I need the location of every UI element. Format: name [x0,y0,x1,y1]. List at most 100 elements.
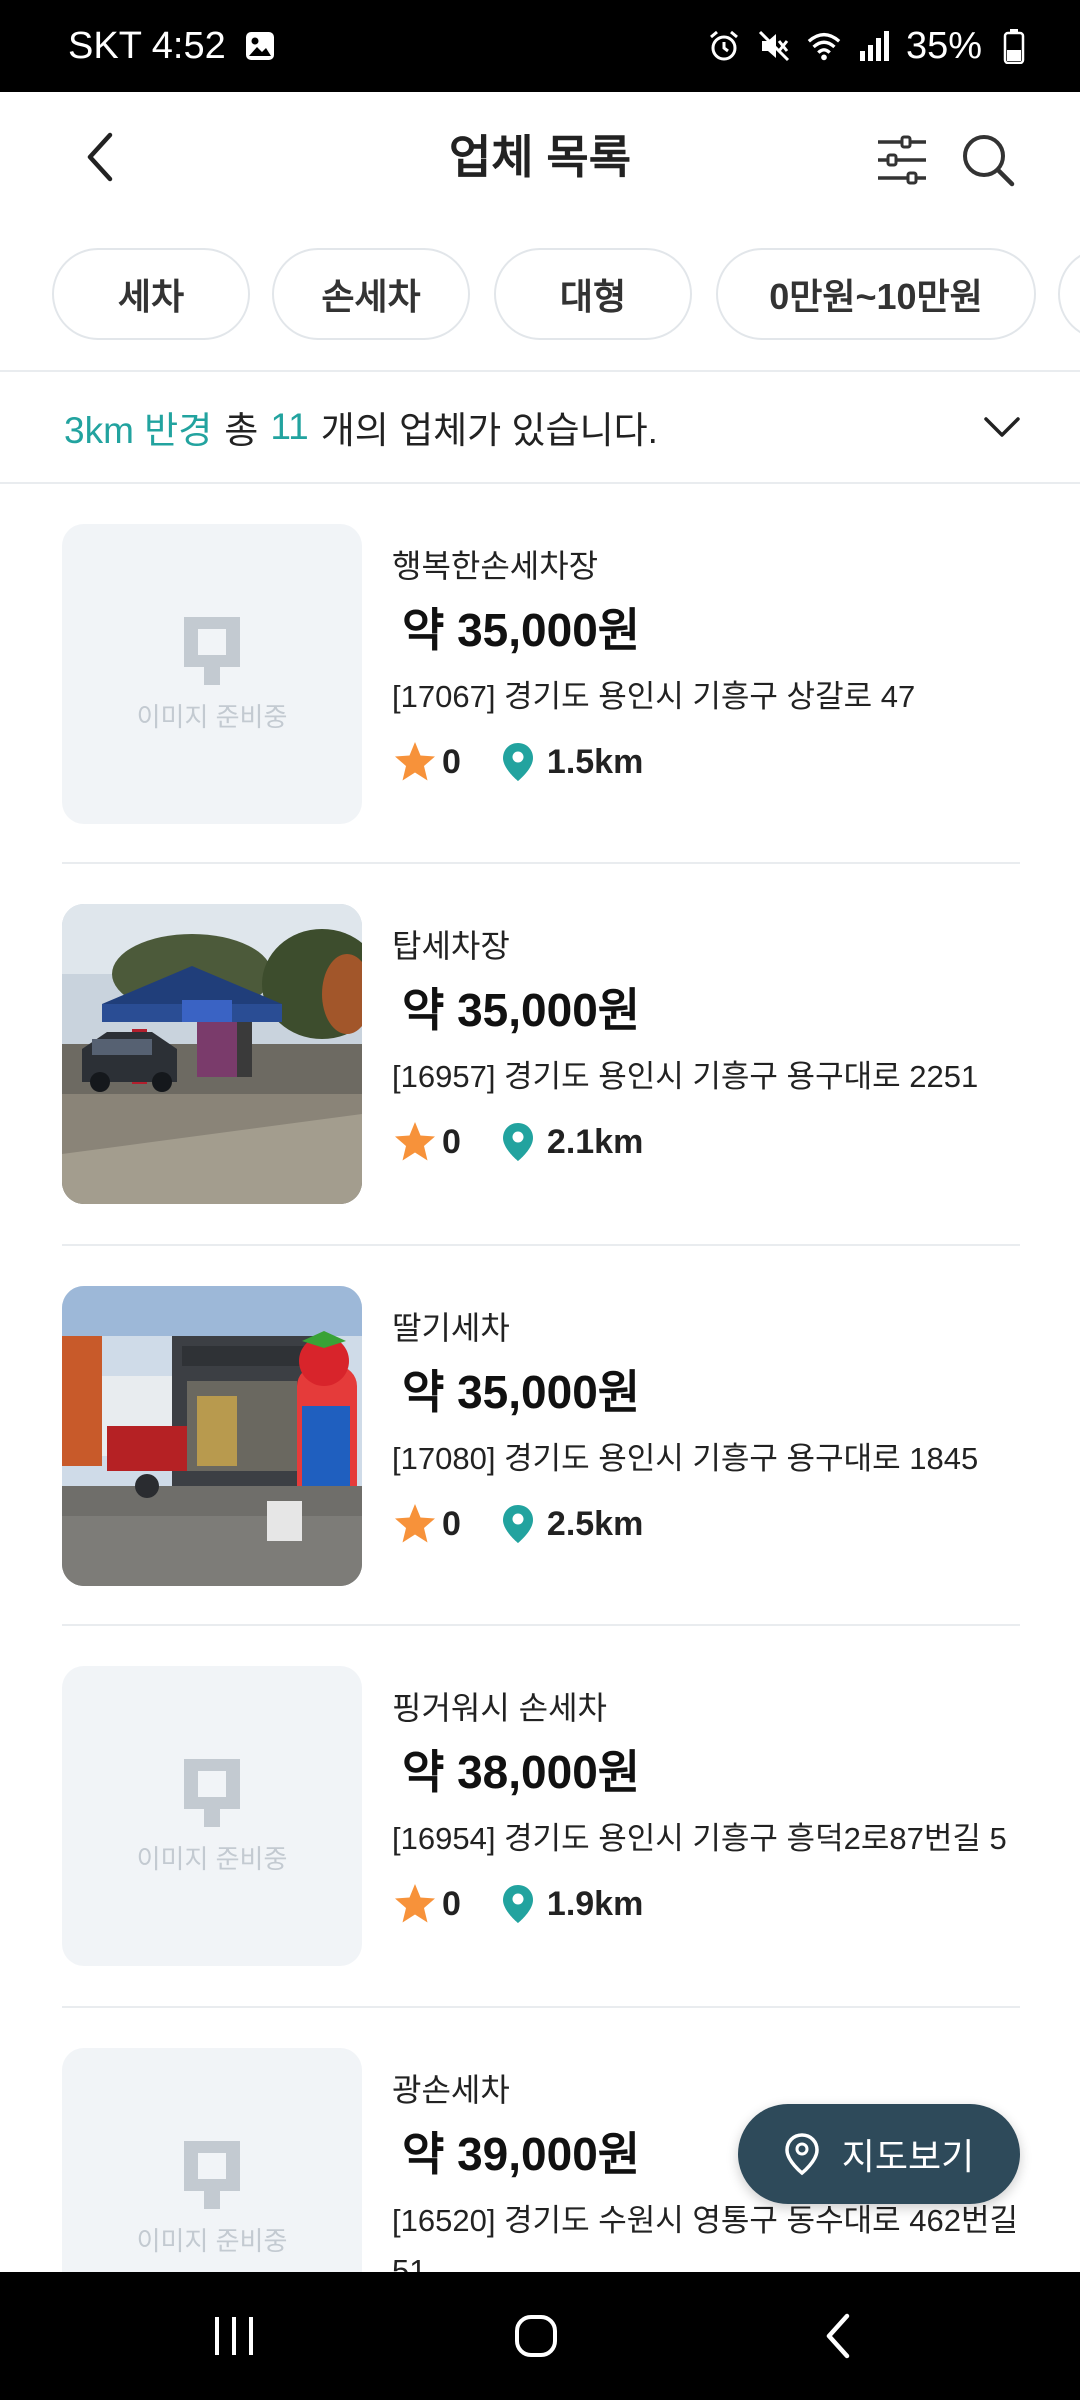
filter-chips: 세차 손세차 대형 0만원~10만원 [0,222,1080,370]
item-distance: 1.5km [546,742,644,781]
summary-count: 11 [270,406,309,447]
filter-button[interactable] [870,128,934,192]
item-price: 약 35,000원 [402,1366,641,1418]
item-meta: 0 1.5km [392,736,1020,788]
item-divider [62,862,1020,864]
item-name: 딸기세차 [392,1310,510,1346]
summary-prefix: 총 [224,410,259,451]
carrier-time: SKT 4:52 [68,24,226,67]
item-thumbnail: 이미지 준비중 [62,1666,362,1966]
item-info: 딸기세차 약 35,000원 [17080] 경기도 용인시 기흥구 용구대로 … [392,1286,1020,1550]
mute-icon [756,28,792,64]
item-rating: 0 [442,1884,461,1923]
item-meta: 0 2.1km [392,1116,1020,1168]
signal-icon [856,28,892,64]
back-button[interactable] [70,127,130,187]
item-price: 약 35,000원 [402,984,641,1036]
item-rating: 0 [442,742,461,781]
filter-icon [878,135,926,185]
home-button[interactable] [496,2306,576,2366]
result-summary[interactable]: 3km 반경 총 11 개의 업체가 있습니다. [0,372,1080,482]
chip-large-vehicle[interactable]: 대형 [494,248,692,340]
summary-radius: 3km 반경 [64,410,213,451]
item-address: [16957] 경기도 용인시 기흥구 용구대로 2251 [392,1059,979,1094]
item-address: [17080] 경기도 용인시 기흥구 용구대로 1845 [392,1441,979,1476]
item-distance: 1.9km [546,1884,644,1923]
image-placeholder: 이미지 준비중 [62,524,362,824]
summary-suffix: 개의 업체가 있습니다. [320,410,658,451]
search-icon [963,135,1015,187]
item-price: 약 38,000원 [402,1746,641,1798]
item-divider [62,1624,1020,1626]
status-right: 35% [706,25,1032,68]
item-address: [17067] 경기도 용인시 기흥구 상갈로 47 [392,679,916,714]
location-pin-icon [502,743,533,781]
item-address: [16954] 경기도 용인시 기흥구 흥덕2로87번길 5 [392,1821,1007,1856]
star-icon [395,742,435,781]
chip-car-wash[interactable]: 세차 [52,248,250,340]
location-pin-icon [502,1123,533,1161]
item-distance: 2.5km [546,1504,644,1543]
battery-icon [996,28,1032,64]
status-left: SKT 4:52 [68,25,278,68]
item-info: 탑세차장 약 35,000원 [16957] 경기도 용인시 기흥구 용구대로 … [392,904,1020,1168]
back-icon [87,132,113,182]
item-name: 탑세차장 [392,928,510,964]
image-placeholder-icon [184,1758,240,1827]
chip-hand-wash[interactable]: 손세차 [272,248,470,340]
image-placeholder: 이미지 준비중 [62,1666,362,1966]
list-item[interactable]: 이미지 준비중 핑거워시 손세차 약 38,000원 [16954] 경기도 용… [62,1666,1020,1986]
alarm-icon [706,28,742,64]
star-icon [395,1504,435,1543]
item-meta: 0 2.5km [392,1498,1020,1550]
chip-more[interactable] [1058,248,1080,340]
search-button[interactable] [956,128,1020,192]
item-thumbnail: 이미지 준비중 [62,524,362,824]
item-divider [62,1244,1020,1246]
item-rating: 0 [442,1122,461,1161]
image-placeholder: 이미지 준비중 [62,2048,362,2272]
location-pin-icon [502,1885,533,1923]
item-info: 핑거워시 손세차 약 38,000원 [16954] 경기도 용인시 기흥구 흥… [392,1666,1020,1930]
star-icon [395,1884,435,1923]
item-rating: 0 [442,1504,461,1543]
recents-icon [215,2317,253,2355]
battery-percent: 35% [905,24,982,67]
image-placeholder-icon [184,2140,240,2209]
item-thumbnail: 이미지 준비중 [62,2048,362,2272]
list-item[interactable]: 이미지 준비중 행복한손세차장 약 35,000원 [17067] 경기도 용인… [62,524,1020,844]
list-item[interactable]: 탑세차장 약 35,000원 [16957] 경기도 용인시 기흥구 용구대로 … [62,904,1020,1224]
divider [0,482,1080,484]
car-wash-photo [62,904,362,1204]
location-pin-icon [784,2133,819,2176]
nav-back-icon [826,2313,850,2359]
app-header: 업체 목록 [0,92,1080,222]
wifi-icon [806,28,842,64]
placeholder-text: 이미지 준비중 [136,1843,288,1874]
star-icon [395,1122,435,1161]
item-name: 핑거워시 손세차 [392,1690,607,1726]
nav-back-button[interactable] [798,2306,878,2366]
image-placeholder-icon [184,616,240,685]
item-meta: 0 1.9km [392,1878,1020,1930]
placeholder-text: 이미지 준비중 [136,2225,288,2256]
item-distance: 2.1km [546,1122,644,1161]
item-price: 약 35,000원 [402,604,641,656]
item-divider [62,2006,1020,2008]
item-thumbnail [62,904,362,1204]
location-pin-icon [502,1505,533,1543]
car-wash-photo [62,1286,362,1586]
chevron-down-icon[interactable] [980,405,1024,449]
chip-price-range[interactable]: 0만원~10만원 [716,248,1036,340]
item-address: [16520] 경기도 수원시 영통구 동수대로 462번길 51 [392,2203,1019,2272]
list-item[interactable]: 딸기세차 약 35,000원 [17080] 경기도 용인시 기흥구 용구대로 … [62,1286,1020,1606]
item-thumbnail [62,1286,362,1586]
home-icon [515,2315,557,2357]
gallery-icon [242,28,278,64]
map-view-button[interactable]: 지도보기 [738,2104,1020,2204]
status-bar: SKT 4:52 35% [0,0,1080,92]
placeholder-text: 이미지 준비중 [136,701,288,732]
recents-button[interactable] [194,2306,274,2366]
map-view-label: 지도보기 [841,2136,975,2177]
item-info: 행복한손세차장 약 35,000원 [17067] 경기도 용인시 기흥구 상갈… [392,524,1020,788]
